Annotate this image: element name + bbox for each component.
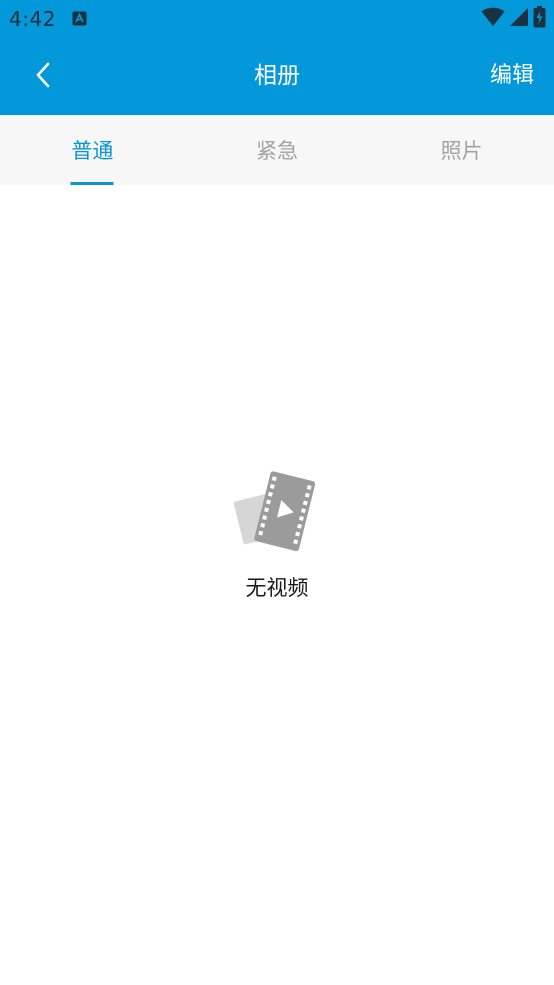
tab-label: 紧急 — [256, 139, 298, 163]
tab-normal[interactable]: 普通 — [0, 115, 185, 185]
cell-signal-icon — [509, 7, 529, 31]
tab-bar: 普通 紧急 照片 — [0, 115, 554, 185]
edit-button[interactable]: 编辑 — [490, 60, 534, 92]
page-title: 相册 — [254, 63, 300, 89]
status-icons — [481, 6, 546, 32]
video-film-icon — [233, 471, 316, 552]
status-time: 4:42 — [9, 7, 56, 31]
tab-active-indicator — [70, 182, 114, 185]
tab-label: 普通 — [71, 139, 114, 163]
status-bar: 4:42 — [0, 0, 554, 38]
notification-a-icon — [72, 11, 87, 26]
tab-label: 照片 — [440, 139, 483, 163]
empty-state: 无视频 — [0, 470, 554, 602]
tab-urgent[interactable]: 紧急 — [185, 115, 370, 185]
tab-photos[interactable]: 照片 — [369, 115, 554, 185]
app-bar: 相册 编辑 — [0, 38, 554, 115]
wifi-icon — [481, 7, 505, 31]
empty-state-message: 无视频 — [245, 576, 309, 600]
album-screen: 4:42 相册 编辑 普通 紧急 照片 无视频 — [0, 0, 554, 985]
battery-charging-icon — [533, 6, 546, 32]
